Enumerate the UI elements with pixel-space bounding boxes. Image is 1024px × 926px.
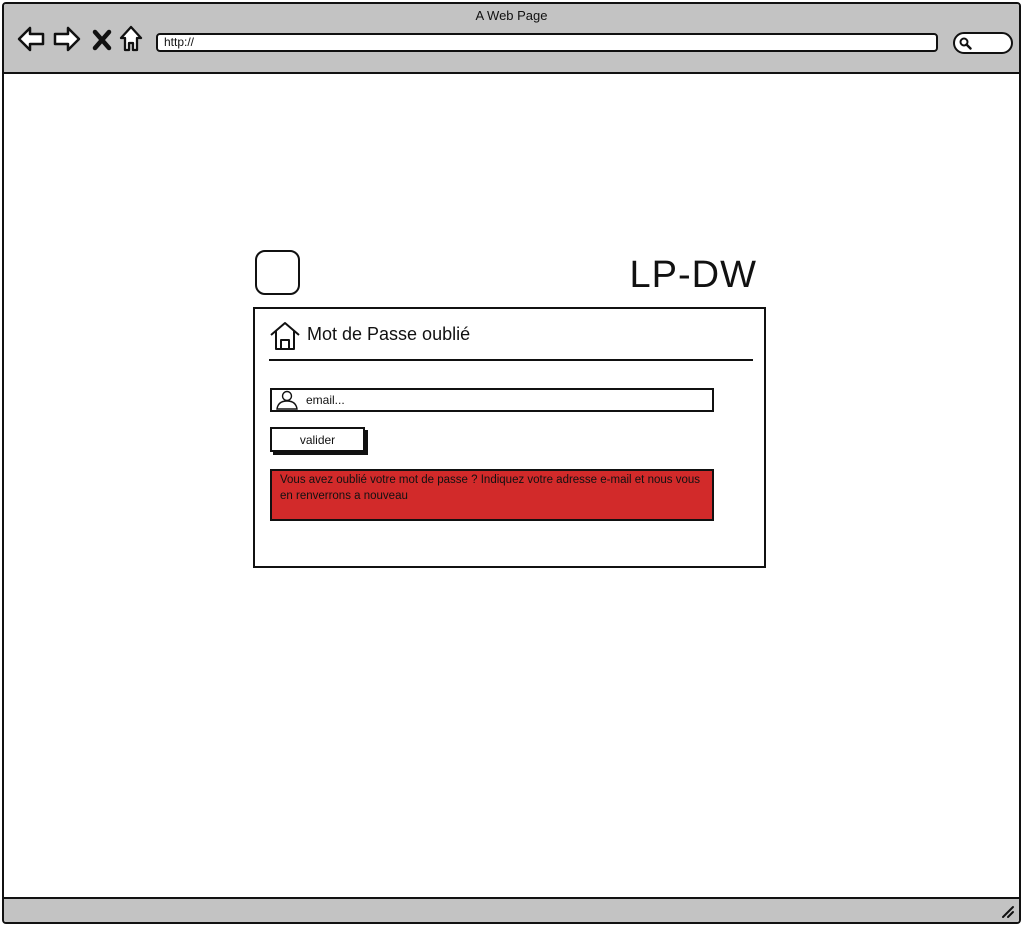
back-icon[interactable] — [16, 24, 46, 54]
resize-grip-icon[interactable] — [1001, 905, 1015, 919]
status-bar — [4, 897, 1019, 922]
divider — [269, 359, 753, 361]
brand-title: LP-DW — [629, 254, 757, 296]
search-icon — [959, 37, 972, 50]
submit-button[interactable]: valider — [270, 427, 365, 452]
email-input[interactable] — [306, 391, 706, 408]
forward-icon[interactable] — [52, 24, 82, 54]
forgot-password-panel: Mot de Passe oublié valider Vous avez ou… — [253, 307, 766, 568]
email-field[interactable] — [270, 388, 714, 412]
panel-header: Mot de Passe oublié — [269, 321, 749, 353]
browser-toolbar: A Web Page http:// — [4, 4, 1019, 74]
url-text: http:// — [164, 35, 195, 49]
address-bar[interactable]: http:// — [156, 33, 938, 52]
window-title: A Web Page — [475, 8, 548, 23]
home-icon[interactable] — [118, 24, 144, 54]
search-box[interactable] — [953, 32, 1013, 54]
info-alert: Vous avez oublié votre mot de passe ? In… — [270, 469, 714, 521]
logo-placeholder — [255, 250, 300, 295]
home-icon — [270, 322, 300, 350]
user-icon — [276, 390, 298, 410]
panel-title: Mot de Passe oublié — [307, 324, 471, 344]
stop-icon[interactable] — [90, 24, 114, 54]
